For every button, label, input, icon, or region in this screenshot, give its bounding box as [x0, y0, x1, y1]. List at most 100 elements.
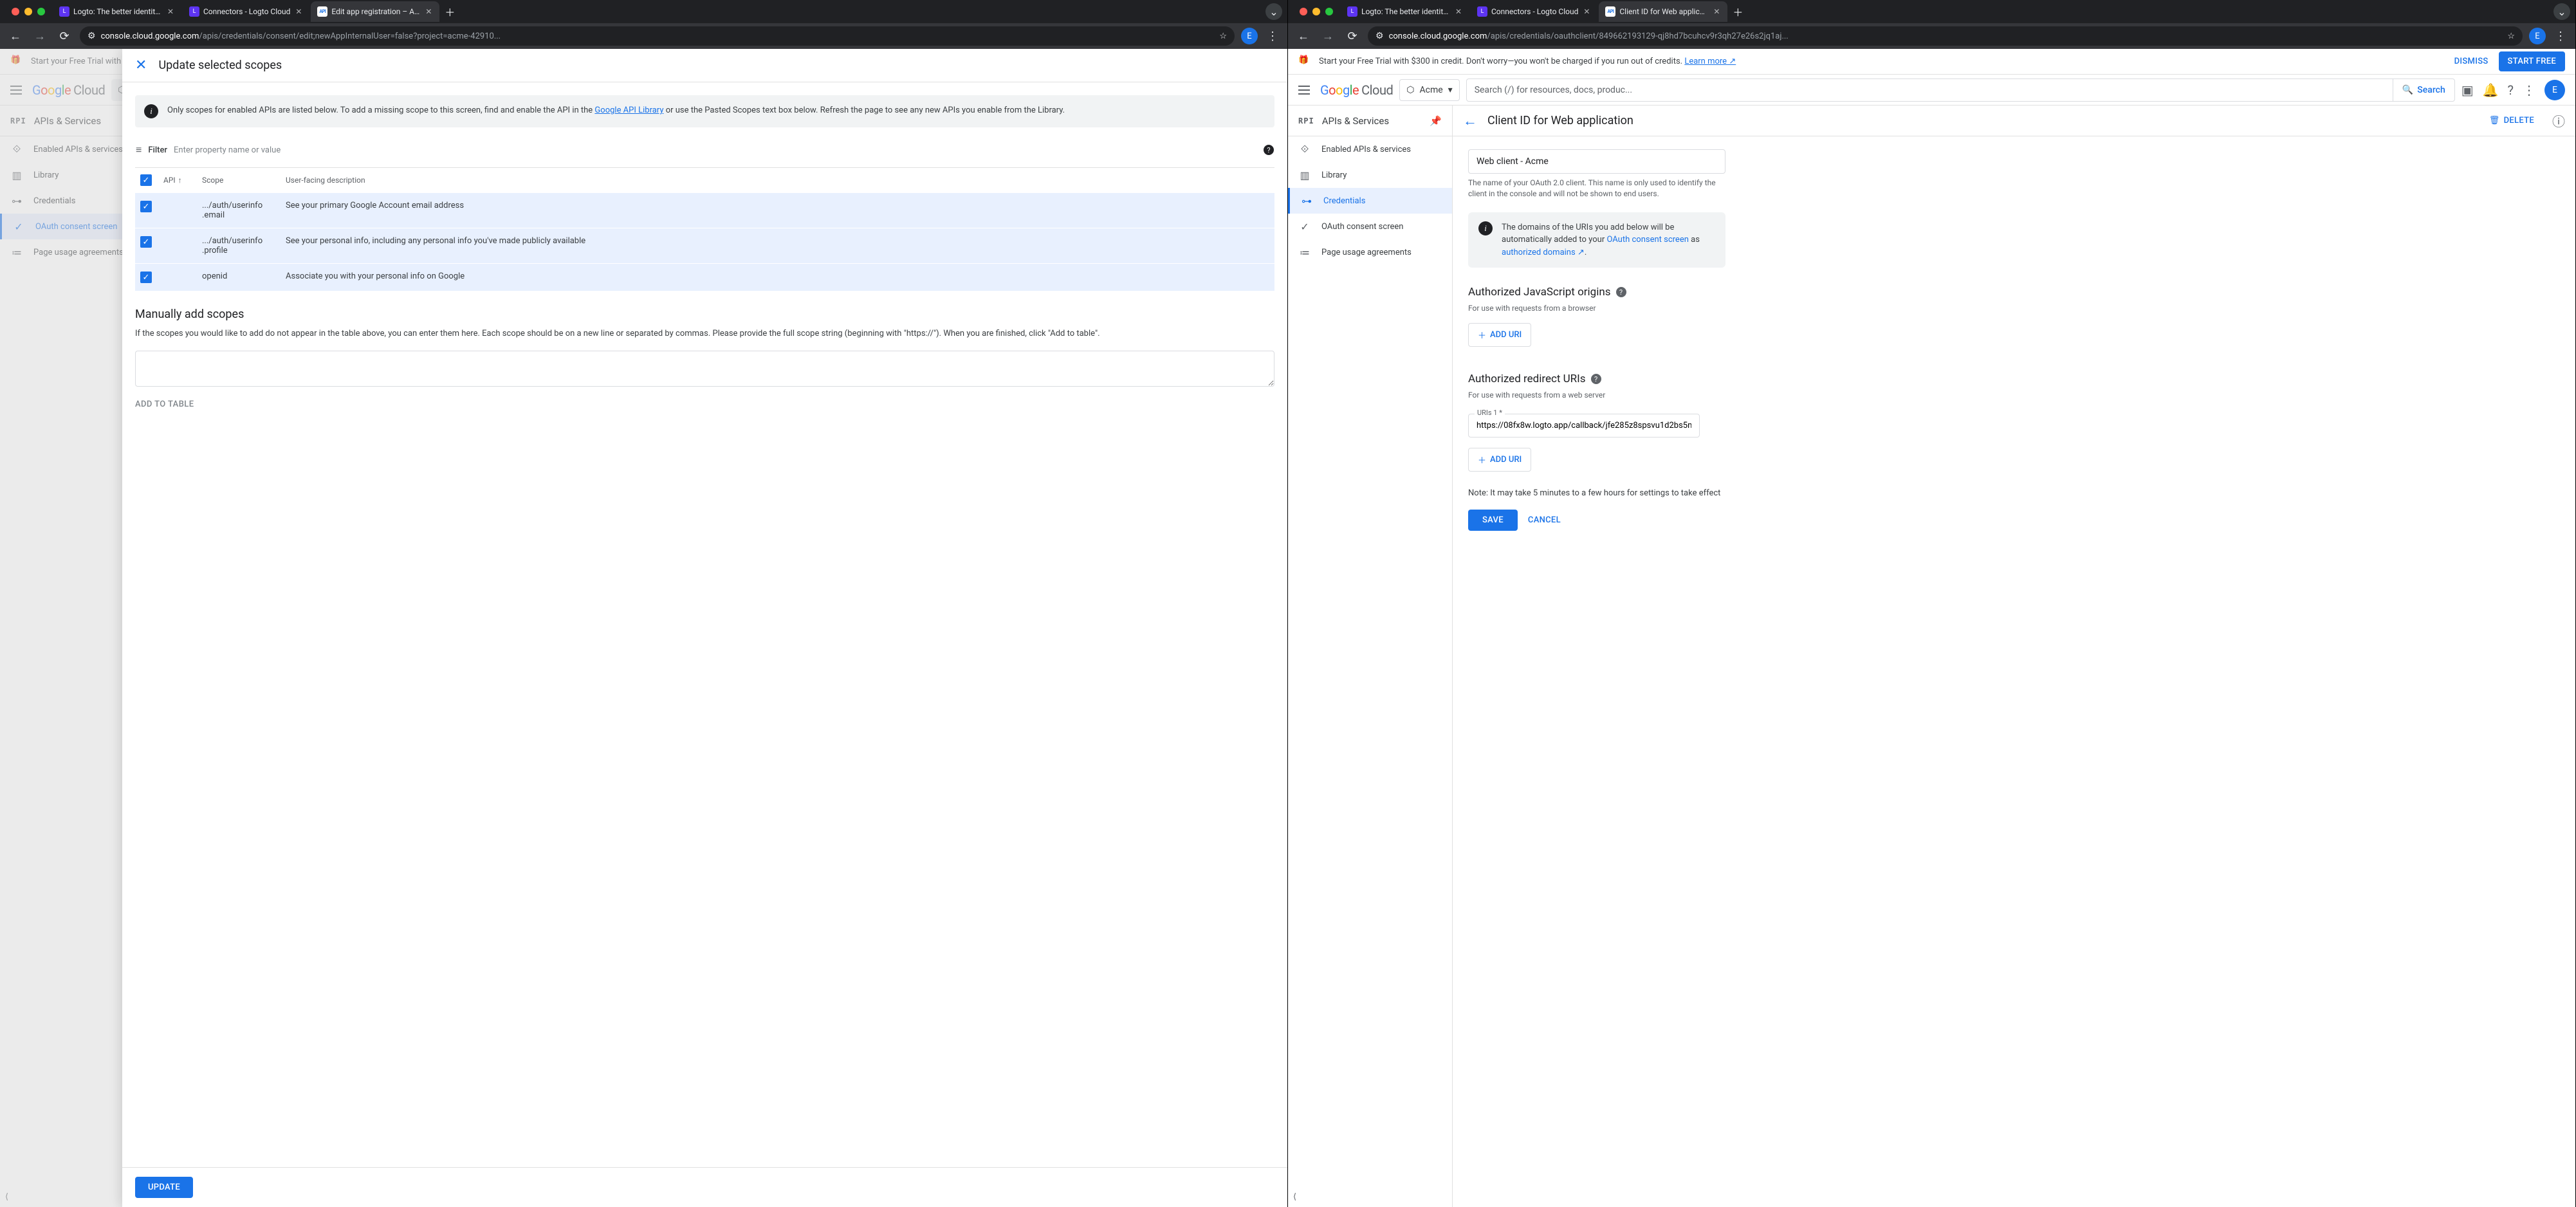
search-input[interactable]: Search (/) for resources, docs, produc..…: [1467, 79, 2393, 101]
back-button-icon[interactable]: ←: [6, 27, 24, 45]
google-cloud-logo[interactable]: GoogleCloud: [1320, 82, 1393, 98]
browser-tab[interactable]: L Connectors - Logto Cloud ✕: [1471, 1, 1597, 22]
tabs-dropdown-icon[interactable]: ⌄: [1265, 3, 1282, 20]
reload-button-icon[interactable]: ⟳: [55, 27, 73, 45]
close-tab-icon[interactable]: ✕: [1454, 7, 1463, 16]
learn-more-link[interactable]: Learn more ↗: [1684, 57, 1736, 66]
help-icon[interactable]: ?: [1616, 287, 1626, 297]
help-icon[interactable]: ?: [2508, 82, 2514, 98]
col-api-header[interactable]: API↑: [163, 176, 202, 185]
browser-tab-active[interactable]: API Client ID for Web application ✕: [1599, 1, 1727, 22]
add-to-table-button[interactable]: ADD TO TABLE: [135, 400, 1274, 409]
new-tab-button[interactable]: ＋: [441, 3, 459, 21]
info-panel-icon[interactable]: ⓘ: [2552, 111, 2565, 130]
search-icon: 🔍: [2402, 85, 2413, 95]
bookmark-icon[interactable]: ☆: [1219, 32, 1227, 41]
authorized-domains-link[interactable]: authorized domains ↗: [1502, 248, 1585, 257]
tab-title: Connectors - Logto Cloud: [203, 7, 290, 16]
close-dialog-icon[interactable]: ✕: [135, 57, 147, 73]
close-window[interactable]: [1300, 8, 1307, 15]
new-tab-button[interactable]: ＋: [1729, 3, 1747, 21]
start-free-button[interactable]: START FREE: [2499, 51, 2565, 71]
nav-label: OAuth consent screen: [1321, 222, 1403, 232]
browser-menu-icon[interactable]: ⋮: [1264, 30, 1281, 43]
back-arrow-icon[interactable]: ←: [1463, 113, 1477, 129]
page-title: Client ID for Web application: [1487, 114, 1633, 127]
dismiss-button[interactable]: DISMISS: [2454, 57, 2489, 66]
minimize-window[interactable]: [1312, 8, 1320, 15]
update-button[interactable]: UPDATE: [135, 1177, 193, 1198]
row-checkbox[interactable]: ✓: [140, 236, 152, 248]
help-icon[interactable]: ?: [1264, 145, 1274, 155]
browser-tab-active[interactable]: API Edit app registration – APIs & ✕: [311, 1, 439, 22]
site-info-icon[interactable]: ⚙: [1375, 31, 1384, 41]
tab-title: Client ID for Web application: [1619, 7, 1708, 16]
client-name-field[interactable]: Web client - Acme: [1468, 149, 1725, 174]
add-js-uri-button[interactable]: ＋ ADD URI: [1468, 323, 1531, 347]
api-library-link[interactable]: Google API Library: [594, 106, 663, 115]
profile-avatar[interactable]: E: [1241, 28, 1258, 44]
oauth-consent-link[interactable]: OAuth consent screen: [1606, 235, 1688, 244]
select-all-checkbox[interactable]: ✓: [140, 174, 152, 186]
notifications-icon[interactable]: 🔔: [2483, 82, 2499, 98]
project-picker[interactable]: ⬡ Acme ▾: [1399, 79, 1459, 101]
nav-enabled-apis[interactable]: ⟐Enabled APIs & services: [1288, 136, 1452, 162]
hamburger-icon[interactable]: [1298, 82, 1314, 98]
cancel-button[interactable]: CANCEL: [1528, 515, 1561, 525]
close-tab-icon[interactable]: ✕: [1712, 7, 1721, 16]
tab-title: Logto: The better identity inf: [73, 7, 162, 16]
reload-button-icon[interactable]: ⟳: [1343, 27, 1361, 45]
nav-page-usage[interactable]: ≔Page usage agreements: [1288, 239, 1452, 265]
maximize-window[interactable]: [1325, 8, 1333, 15]
back-button-icon[interactable]: ←: [1294, 27, 1312, 45]
save-button[interactable]: SAVE: [1468, 510, 1518, 531]
row-checkbox[interactable]: ✓: [140, 272, 152, 283]
browser-tab[interactable]: L Logto: The better identity inf ✕: [1341, 1, 1469, 22]
close-window[interactable]: [12, 8, 19, 15]
col-desc-header[interactable]: User-facing description: [286, 176, 1269, 185]
tabs-dropdown-icon[interactable]: ⌄: [2553, 3, 2570, 20]
browser-menu-icon[interactable]: ⋮: [2552, 30, 2569, 43]
profile-avatar[interactable]: E: [2529, 28, 2546, 44]
side-navigation: RPI APIs & Services 📌 ⟐Enabled APIs & se…: [1288, 106, 1453, 1207]
redirect-uri-input[interactable]: [1468, 414, 1700, 438]
search-button[interactable]: 🔍 Search: [2393, 79, 2454, 101]
address-bar[interactable]: ⚙ console.cloud.google.com/apis/credenti…: [80, 26, 1235, 46]
delete-label: DELETE: [2504, 116, 2534, 125]
filter-input[interactable]: Enter property name or value: [174, 145, 1257, 155]
dialog-title: Update selected scopes: [158, 59, 282, 72]
nav-library[interactable]: ▥Library: [1288, 162, 1452, 188]
pin-icon[interactable]: 📌: [1430, 115, 1442, 127]
help-icon[interactable]: ?: [1591, 374, 1601, 384]
url-text: console.cloud.google.com/apis/credential…: [1389, 32, 2503, 41]
close-tab-icon[interactable]: ✕: [166, 7, 175, 16]
bookmark-icon[interactable]: ☆: [2507, 32, 2515, 41]
table-row[interactable]: ✓ .../auth/userinfo.email See your prima…: [135, 192, 1274, 228]
nav-oauth-consent[interactable]: ✓OAuth consent screen: [1288, 214, 1452, 239]
manual-scopes-textarea[interactable]: [135, 351, 1274, 387]
close-tab-icon[interactable]: ✕: [294, 7, 303, 16]
collapse-nav-icon[interactable]: ⟨: [1293, 1192, 1296, 1202]
account-avatar[interactable]: E: [2544, 80, 2565, 100]
site-info-icon[interactable]: ⚙: [87, 31, 96, 41]
address-bar[interactable]: ⚙ console.cloud.google.com/apis/credenti…: [1368, 26, 2523, 46]
browser-tab[interactable]: L Logto: The better identity inf ✕: [53, 1, 181, 22]
close-tab-icon[interactable]: ✕: [1582, 7, 1591, 16]
scope-cell: .../auth/userinfo.profile: [202, 236, 286, 255]
maximize-window[interactable]: [37, 8, 45, 15]
gift-icon: 🎁: [1298, 55, 1311, 68]
browser-tab[interactable]: L Connectors - Logto Cloud ✕: [183, 1, 309, 22]
nav-credentials[interactable]: ⊶Credentials: [1288, 188, 1452, 214]
close-tab-icon[interactable]: ✕: [424, 7, 433, 16]
delete-button[interactable]: 🗑 DELETE: [2489, 116, 2534, 125]
col-scope-header[interactable]: Scope: [202, 176, 286, 185]
add-redirect-uri-button[interactable]: ＋ ADD URI: [1468, 448, 1531, 472]
table-row[interactable]: ✓ .../auth/userinfo.profile See your per…: [135, 228, 1274, 263]
trash-icon: 🗑: [2489, 116, 2500, 125]
minimize-window[interactable]: [24, 8, 32, 15]
more-icon[interactable]: ⋮: [2523, 82, 2535, 98]
table-row[interactable]: ✓ openid Associate you with your persona…: [135, 263, 1274, 291]
row-checkbox[interactable]: ✓: [140, 201, 152, 212]
cloud-shell-icon[interactable]: ▣: [2461, 82, 2474, 98]
forward-button-icon: →: [1319, 27, 1337, 45]
